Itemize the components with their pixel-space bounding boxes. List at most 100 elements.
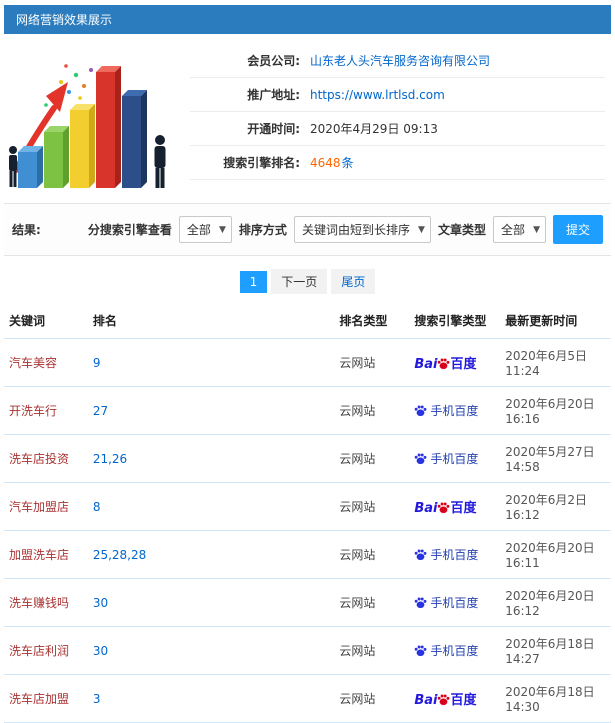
engine-type-cell: 手机百度 xyxy=(409,530,501,579)
rank-type-cell: 云网站 xyxy=(334,482,410,531)
engine-rank-row: 搜索引擎排名: 4648条 xyxy=(190,146,605,180)
mobile-baidu-logo: 手机百度 xyxy=(414,596,478,610)
baidu-paw-icon xyxy=(415,549,427,561)
update-time-cell: 2020年6月5日 11:24 xyxy=(500,338,611,387)
engine-rank-label: 搜索引擎排名: xyxy=(223,156,300,170)
keyword-cell: 汽车加盟店 xyxy=(4,482,88,531)
rank-link[interactable]: 8 xyxy=(93,500,101,514)
keyword-cell: 开洗车行 xyxy=(4,386,88,435)
rank-type-cell: 云网站 xyxy=(334,674,410,723)
rank-unit: 条 xyxy=(341,156,354,170)
table-header: 关键词 排名 排名类型 搜索引擎类型 最新更新时间 xyxy=(4,303,611,339)
engine-rank-value: 4648条 xyxy=(310,154,354,171)
rank-cell: 8 xyxy=(87,482,335,531)
table-row: 洗车赚钱吗 30 云网站 手机百度 2020年6月20日 16:12 xyxy=(4,578,611,627)
page: 网络营销效果展示 会员公司: 山东老人头汽车服务咨询有限公司 推广地址: htt… xyxy=(0,0,615,723)
last-page-button[interactable]: 尾页 xyxy=(331,269,376,294)
promo-url-label: 推广地址: xyxy=(247,88,300,102)
company-link[interactable]: 山东老人头汽车服务咨询有限公司 xyxy=(310,52,490,69)
rank-cell: 21,26 xyxy=(87,434,335,483)
baidu-logo: Bai 百度 xyxy=(414,501,477,516)
update-time-cell: 2020年6月20日 16:12 xyxy=(500,578,611,627)
update-time-cell: 2020年6月18日 14:30 xyxy=(500,674,611,723)
update-time-cell: 2020年6月2日 16:12 xyxy=(500,482,611,531)
header-rank-type: 排名类型 xyxy=(334,303,410,339)
table-row: 开洗车行 27 云网站 手机百度 2020年6月20日 16:16 xyxy=(4,386,611,435)
open-time-label: 开通时间: xyxy=(247,122,300,136)
header-engine-type: 搜索引擎类型 xyxy=(409,303,501,339)
company-label: 会员公司: xyxy=(247,54,300,68)
promo-url-link[interactable]: https://www.lrtlsd.com xyxy=(310,88,445,102)
sort-select-value: 关键词由短到长排序 xyxy=(301,223,410,237)
engine-type-cell: 手机百度 xyxy=(409,386,501,435)
engine-filter-label: 分搜索引擎查看 xyxy=(87,223,172,237)
article-type-label: 文章类型 xyxy=(437,223,486,237)
table-row: 洗车店投资 21,26 云网站 手机百度 2020年5月27日 14:58 xyxy=(4,434,611,483)
mobile-baidu-logo: 手机百度 xyxy=(414,452,478,466)
rank-type-cell: 云网站 xyxy=(334,386,410,435)
baidu-paw-icon xyxy=(415,597,427,609)
page-title: 网络营销效果展示 xyxy=(16,13,113,27)
page-title-bar: 网络营销效果展示 xyxy=(4,5,611,34)
mobile-baidu-logo: 手机百度 xyxy=(414,548,478,562)
rank-cell: 27 xyxy=(87,386,335,435)
table-row: 汽车美容 9 云网站 Bai 百度 2020年6月5日 11:24 xyxy=(4,338,611,387)
chevron-down-icon: ▼ xyxy=(418,224,425,235)
company-row: 会员公司: 山东老人头汽车服务咨询有限公司 xyxy=(190,44,605,78)
rank-link[interactable]: 27 xyxy=(93,404,108,418)
rank-link[interactable]: 3 xyxy=(93,692,101,706)
chevron-down-icon: ▼ xyxy=(219,224,226,235)
header-update-time: 最新更新时间 xyxy=(500,303,611,339)
page-button-1[interactable]: 1 xyxy=(239,271,268,293)
rank-type-cell: 云网站 xyxy=(334,338,410,387)
open-time-row: 开通时间: 2020年4月29日 09:13 xyxy=(190,112,605,146)
keyword-cell: 汽车美容 xyxy=(4,338,88,387)
update-time-cell: 2020年6月18日 14:27 xyxy=(500,626,611,675)
rank-link[interactable]: 30 xyxy=(93,644,108,658)
member-info: 会员公司: 山东老人头汽车服务咨询有限公司 推广地址: https://www.… xyxy=(190,44,605,180)
sort-filter-label: 排序方式 xyxy=(238,223,287,237)
rank-link[interactable]: 30 xyxy=(93,596,108,610)
baidu-paw-icon xyxy=(438,694,450,706)
rank-link[interactable]: 9 xyxy=(93,356,101,370)
person-figure-left xyxy=(9,146,17,187)
engine-type-cell: 手机百度 xyxy=(409,626,501,675)
article-type-select[interactable]: 全部 ▼ xyxy=(492,216,546,243)
results-table: 关键词 排名 排名类型 搜索引擎类型 最新更新时间 汽车美容 9 云网站 Bai… xyxy=(4,303,611,723)
next-page-button[interactable]: 下一页 xyxy=(271,269,328,294)
baidu-paw-icon xyxy=(415,645,427,657)
mobile-baidu-logo: 手机百度 xyxy=(414,644,478,658)
article-type-value: 全部 xyxy=(500,223,525,237)
baidu-paw-icon xyxy=(415,405,427,417)
update-time-cell: 2020年5月27日 14:58 xyxy=(500,434,611,483)
engine-type-cell: Bai 百度 xyxy=(409,338,501,387)
keyword-cell: 洗车店利润 xyxy=(4,626,88,675)
table-row: 洗车店加盟 3 云网站 Bai 百度 2020年6月18日 14:30 xyxy=(4,674,611,723)
rank-link[interactable]: 21,26 xyxy=(93,452,127,466)
rank-count: 4648 xyxy=(310,156,341,170)
rank-link[interactable]: 25,28,28 xyxy=(93,548,146,562)
open-time-value: 2020年4月29日 09:13 xyxy=(310,122,438,136)
rank-type-cell: 云网站 xyxy=(334,626,410,675)
rank-cell: 9 xyxy=(87,338,335,387)
baidu-logo: Bai 百度 xyxy=(414,357,477,372)
header-rank: 排名 xyxy=(87,303,335,339)
keyword-cell: 洗车店投资 xyxy=(4,434,88,483)
baidu-paw-icon xyxy=(438,502,450,514)
engine-select[interactable]: 全部 ▼ xyxy=(178,216,232,243)
table-row: 汽车加盟店 8 云网站 Bai 百度 2020年6月2日 16:12 xyxy=(4,482,611,531)
engine-select-value: 全部 xyxy=(186,223,211,237)
bar-chart-illustration xyxy=(6,42,186,195)
rank-type-cell: 云网站 xyxy=(334,530,410,579)
keyword-cell: 加盟洗车店 xyxy=(4,530,88,579)
baidu-paw-icon xyxy=(415,453,427,465)
update-time-cell: 2020年6月20日 16:16 xyxy=(500,386,611,435)
sort-select[interactable]: 关键词由短到长排序 ▼ xyxy=(293,216,431,243)
pagination: 1 下一页 尾页 xyxy=(4,269,611,294)
submit-button[interactable]: 提交 xyxy=(552,215,603,244)
filter-controls: 分搜索引擎查看 全部 ▼ 排序方式 关键词由短到长排序 ▼ 文章类型 全部 ▼ … xyxy=(88,215,603,244)
rank-cell: 30 xyxy=(87,626,335,675)
engine-type-cell: 手机百度 xyxy=(409,578,501,627)
rank-type-cell: 云网站 xyxy=(334,434,410,483)
engine-type-cell: Bai 百度 xyxy=(409,482,501,531)
